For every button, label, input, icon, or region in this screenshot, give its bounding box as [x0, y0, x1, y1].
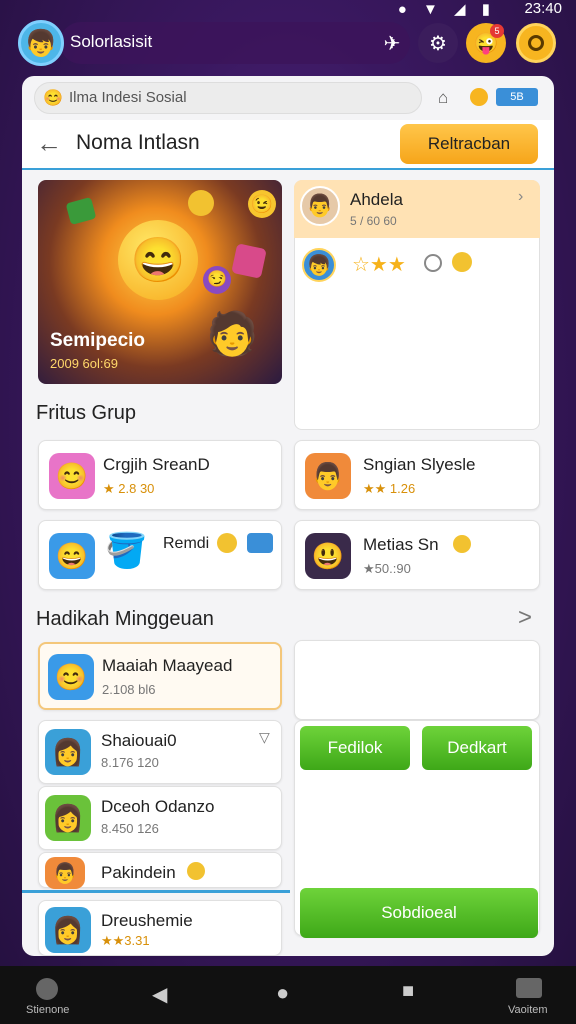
app-title: Solorlasisit	[70, 32, 153, 51]
chevron-down-icon[interactable]: ▽	[259, 729, 270, 746]
friend-avatar: 👦	[302, 248, 336, 282]
search-bar[interactable]: 😊 Ilma Indesi Sosial	[34, 82, 422, 114]
page-title: Noma Intlasn	[76, 131, 200, 154]
banner-subtitle: 2009 6ol:69	[50, 356, 118, 371]
app-icon: 😃	[305, 533, 351, 579]
tile-sub: ★★ 1.26	[363, 481, 416, 496]
weekly-section-title: Hadikah Minggeuan	[36, 608, 214, 630]
coin-icon	[453, 535, 471, 553]
gift-box-icon	[231, 243, 267, 279]
coin-icon[interactable]	[470, 88, 488, 106]
nav-left-label: Stienone	[26, 1004, 70, 1016]
group-tile[interactable]: 😃 Metias Sn ★50.:90	[294, 520, 540, 590]
coin-icon	[187, 862, 205, 880]
group-section-title: Fritus Grup	[36, 402, 137, 424]
recent-nav-icon[interactable]: ■	[402, 980, 414, 1003]
tile-title: Sngian Slyesle	[363, 455, 476, 474]
group-tile[interactable]: 😊 Crgjih SreanD ★ 2.8 30	[38, 440, 282, 510]
nav-bar: Stienone ◀ ● ■ Vaoitem	[0, 966, 576, 1024]
smile-coin-icon: 😉	[248, 190, 276, 218]
tile-sub: ★★3.31	[101, 933, 150, 948]
tile-title: Dceoh Odanzo	[101, 797, 215, 816]
notification-badge: 5	[490, 24, 504, 38]
tile-title: Crgjih SreanD	[103, 455, 210, 474]
rating-stars: ☆★★	[352, 254, 406, 276]
profile-nav-icon[interactable]	[36, 978, 58, 1000]
weekly-list-item[interactable]: 😊 Maaiah Maayead 2.108 bl6	[38, 642, 282, 710]
search-emoji-icon: 😊	[43, 90, 63, 107]
gift-box-icon	[65, 197, 97, 225]
tile-title: Maaiah Maayead	[102, 656, 233, 675]
tile-sub: ★ 2.8 30	[103, 481, 155, 496]
tile-title: Remdi	[163, 535, 210, 552]
tile-title: Metias Sn	[363, 535, 439, 554]
search-placeholder: Ilma Indesi Sosial	[69, 89, 187, 106]
coin-icon[interactable]	[516, 23, 556, 63]
banner-title: Semipecio	[50, 330, 146, 351]
calendar-icon[interactable]: 5B	[496, 88, 538, 106]
treasure-chest-icon: 🪣	[105, 532, 148, 570]
tile-title: Shaiouai0	[101, 731, 177, 750]
group-tile[interactable]: 👨 Sngian Slyesle ★★ 1.26	[294, 440, 540, 510]
bottom-action-button[interactable]: Sobdioeal	[300, 888, 538, 938]
weekly-list-item[interactable]: 👩 Dceoh Odanzo 8.450 126	[38, 786, 282, 850]
group-tile[interactable]: 😄 🪣 Remdi	[38, 520, 282, 590]
coin-icon	[452, 252, 472, 272]
tile-sub: 8.176 120	[101, 755, 159, 770]
weekly-list-item[interactable]: 👩 Shaiouai0 8.176 120 ▽	[38, 720, 282, 784]
divider	[22, 890, 290, 893]
profile-avatar: 👨	[300, 186, 340, 226]
app-icon: 👨	[305, 453, 351, 499]
coin-icon	[188, 190, 214, 216]
app-icon: 😊	[49, 453, 95, 499]
sun-emoji-icon: 😄	[118, 220, 198, 300]
avatar-face: 👦	[24, 27, 58, 58]
app-icon: 👩	[45, 907, 91, 953]
user-avatar[interactable]: 👦	[18, 20, 64, 66]
app-icon: 👩	[45, 795, 91, 841]
app-icon: 👩	[45, 729, 91, 775]
back-nav-icon[interactable]: ◀	[152, 982, 167, 1007]
app-icon: 😊	[48, 654, 94, 700]
calendar-label: 5B	[510, 91, 524, 103]
chevron-right-icon[interactable]: ›	[518, 188, 523, 206]
profile-sub: 5 / 60 60	[350, 214, 397, 228]
weekly-list-item[interactable]: 👨 Pakindein	[38, 852, 282, 889]
side-left-button[interactable]: Fedilok	[300, 726, 410, 770]
header-action-button[interactable]: Reltracban	[400, 124, 538, 164]
nav-right-label: Vaoitem	[508, 1004, 548, 1016]
tile-sub: 8.450 126	[101, 821, 159, 836]
tile-sub: 2.108 bl6	[102, 682, 156, 697]
menu-nav-icon[interactable]	[516, 978, 542, 998]
side-right-button[interactable]: Dedkart	[422, 726, 532, 770]
clock-icon	[424, 254, 442, 272]
tile-title: Dreushemie	[101, 911, 193, 930]
featured-banner[interactable]: 😄 😉 😏 🧑 Semipecio 2009 6ol:69	[38, 180, 282, 384]
gear-icon[interactable]: ⚙	[418, 23, 458, 63]
chevron-right-icon[interactable]: >	[518, 604, 532, 632]
profile-name: Ahdela	[350, 190, 403, 209]
rocket-icon[interactable]: ✈	[372, 23, 412, 63]
app-icon: 😄	[49, 533, 95, 579]
character-icon: 🧑	[206, 310, 259, 357]
tile-title: Pakindein	[101, 863, 176, 882]
badge-icon	[247, 533, 273, 553]
app-icon: 👨	[45, 857, 85, 889]
home-icon[interactable]: ⌂	[438, 88, 448, 108]
weekly-list-item[interactable]: 👩 Dreushemie ★★3.31	[38, 900, 282, 956]
back-arrow-icon[interactable]: ←	[36, 128, 62, 159]
status-time: 23:40	[524, 0, 562, 17]
home-nav-icon[interactable]: ●	[276, 980, 289, 1006]
weekly-side-panel	[294, 640, 540, 720]
tile-sub: ★50.:90	[363, 561, 411, 576]
coin-icon	[217, 533, 237, 553]
emoji-icon: 😏	[203, 266, 231, 294]
